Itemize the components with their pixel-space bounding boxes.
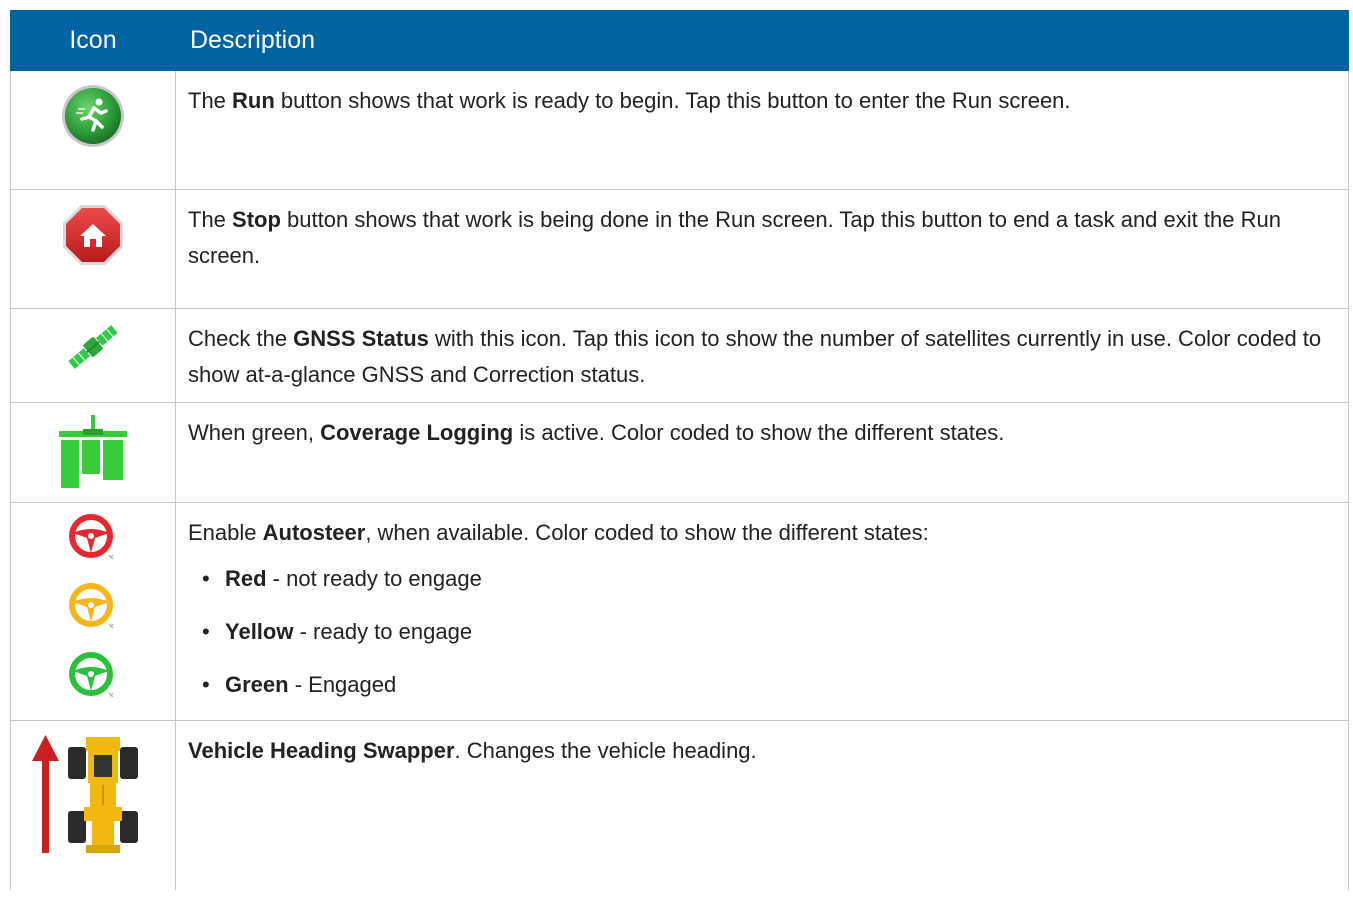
stop-desc-bold: Stop bbox=[232, 207, 281, 232]
vehicle-heading-icon bbox=[28, 733, 158, 868]
steering-wheel-yellow-icon bbox=[65, 580, 121, 647]
table-row-run: The Run button shows that work is ready … bbox=[10, 70, 1349, 190]
state-text: - Engaged bbox=[288, 672, 397, 697]
list-item: • Green - Engaged bbox=[188, 667, 1334, 703]
autosteer-desc-bold: Autosteer bbox=[262, 520, 366, 545]
vehicle-desc-post: . Changes the vehicle heading. bbox=[454, 738, 757, 763]
table-header-row: Icon Description bbox=[10, 10, 1349, 71]
bullet: • bbox=[202, 672, 210, 697]
header-icon: Icon bbox=[10, 10, 176, 71]
description-cell: The Run button shows that work is ready … bbox=[175, 70, 1349, 190]
icon-cell bbox=[10, 308, 176, 403]
state-text: - ready to engage bbox=[293, 619, 473, 644]
bullet: • bbox=[202, 619, 210, 644]
run-desc-bold: Run bbox=[232, 88, 275, 113]
icon-description-table: Icon Description The Run button shows th… bbox=[10, 10, 1349, 890]
state-label: Green bbox=[225, 672, 289, 697]
table-row-stop: The Stop button shows that work is being… bbox=[10, 189, 1349, 309]
gnss-desc-pre: Check the bbox=[188, 326, 294, 351]
autosteer-state-list: • Red - not ready to engage • Yellow - rea… bbox=[188, 561, 1334, 703]
vehicle-desc-bold: Vehicle Heading Swapper bbox=[188, 738, 455, 763]
icon-cell bbox=[10, 402, 176, 503]
run-button-icon bbox=[60, 83, 126, 160]
coverage-desc-pre: When green, bbox=[188, 420, 321, 445]
run-desc-post: button shows that work is ready to begin… bbox=[274, 88, 1071, 113]
gnss-desc-bold: GNSS Status bbox=[293, 326, 429, 351]
coverage-desc-post: is active. Color coded to show the diffe… bbox=[513, 420, 1005, 445]
autosteer-icon-stack bbox=[11, 511, 175, 716]
description-cell: Vehicle Heading Swapper. Changes the veh… bbox=[175, 720, 1349, 890]
satellite-icon bbox=[63, 321, 123, 384]
table-row-autosteer: Enable Autosteer, when available. Color … bbox=[10, 502, 1349, 721]
table-row-coverage-logging: When green, Coverage Logging is active. … bbox=[10, 402, 1349, 503]
run-desc-pre: The bbox=[188, 88, 233, 113]
description-cell: The Stop button shows that work is being… bbox=[175, 189, 1349, 309]
header-description: Description bbox=[175, 10, 1349, 71]
coverage-logging-icon bbox=[55, 415, 131, 502]
table-row-vehicle-heading: Vehicle Heading Swapper. Changes the veh… bbox=[10, 720, 1349, 890]
icon-cell bbox=[10, 720, 176, 890]
stop-home-icon bbox=[60, 202, 126, 279]
state-label: Yellow bbox=[225, 619, 294, 644]
list-item: • Yellow - ready to engage bbox=[188, 614, 1334, 650]
state-label: Red bbox=[225, 566, 267, 591]
description-cell: Check the GNSS Status with this icon. Ta… bbox=[175, 308, 1349, 403]
description-cell: When green, Coverage Logging is active. … bbox=[175, 402, 1349, 503]
autosteer-desc-post: , when available. Color coded to show th… bbox=[365, 520, 929, 545]
state-text: - not ready to engage bbox=[266, 566, 482, 591]
icon-cell bbox=[10, 502, 176, 721]
steering-wheel-red-icon bbox=[65, 511, 121, 578]
stop-desc-post: button shows that work is being done in … bbox=[188, 207, 1281, 268]
autosteer-desc-pre: Enable bbox=[188, 520, 263, 545]
list-item: • Red - not ready to engage bbox=[188, 561, 1334, 597]
description-cell: Enable Autosteer, when available. Color … bbox=[175, 502, 1349, 721]
icon-cell bbox=[10, 189, 176, 309]
table-row-gnss: Check the GNSS Status with this icon. Ta… bbox=[10, 308, 1349, 403]
coverage-desc-bold: Coverage Logging bbox=[320, 420, 514, 445]
icon-cell bbox=[10, 70, 176, 190]
steering-wheel-green-icon bbox=[65, 649, 121, 716]
stop-desc-pre: The bbox=[188, 207, 233, 232]
page: Icon Description The Run button shows th… bbox=[0, 0, 1353, 917]
bullet: • bbox=[202, 566, 210, 591]
